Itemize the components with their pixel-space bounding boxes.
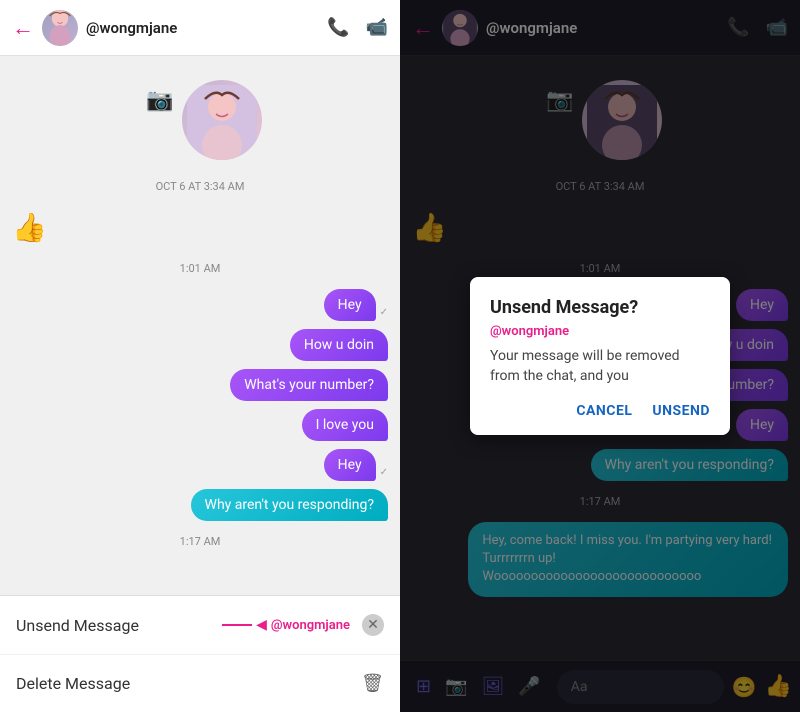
left-trash-icon[interactable]: 🗑 bbox=[361, 673, 384, 694]
right-modal-cancel-button[interactable]: CANCEL bbox=[576, 403, 632, 419]
left-msg-number: What's your number? bbox=[12, 369, 388, 401]
left-unsend-action[interactable]: Unsend Message ◀ @wongmjane ✕ bbox=[0, 596, 400, 655]
right-modal-unsend-button[interactable]: UNSEND bbox=[652, 403, 710, 419]
left-delete-label: Delete Message bbox=[16, 674, 361, 693]
left-bubble-hey2: Hey bbox=[324, 449, 376, 481]
left-msg-love: I love you bbox=[12, 409, 388, 441]
left-bubble-number: What's your number? bbox=[230, 369, 388, 401]
left-check2: ✓ bbox=[380, 467, 388, 478]
left-check1: ✓ bbox=[380, 307, 388, 318]
left-contact-image bbox=[182, 80, 262, 160]
left-thumbup-icon: 👍 bbox=[12, 211, 47, 244]
left-msg-how: How u doin bbox=[12, 329, 388, 361]
left-chat-area: 📷 OCT 6 AT 3:34 AM 👍 1:01 AM Hey bbox=[0, 56, 400, 595]
left-panel: ← @wongmjane 📞 📹 📷 bbox=[0, 0, 400, 712]
left-timestamp1: OCT 6 AT 3:34 AM bbox=[12, 180, 388, 193]
left-camera-icon[interactable]: 📷 bbox=[146, 88, 173, 113]
left-arrow-line bbox=[222, 624, 252, 626]
left-timestamp3: 1:17 AM bbox=[12, 535, 388, 548]
left-bubble-hey: Hey bbox=[324, 289, 376, 321]
left-header-icons: 📞 📹 bbox=[327, 17, 388, 38]
right-modal-box: Unsend Message? @wongmjane Your message … bbox=[470, 277, 730, 434]
left-header: ← @wongmjane 📞 📹 bbox=[0, 0, 400, 56]
left-call-icon[interactable]: 📞 bbox=[327, 17, 349, 38]
left-msg-hey2: Hey ✓ bbox=[12, 449, 388, 481]
right-modal-actions: CANCEL UNSEND bbox=[490, 403, 710, 419]
left-camera-area: 📷 bbox=[138, 80, 181, 121]
left-unsend-label: Unsend Message bbox=[16, 616, 222, 635]
right-modal-username: @wongmjane bbox=[490, 324, 710, 339]
right-panel: ← @wongmjane 📞 📹 📷 bbox=[400, 0, 800, 712]
left-bubble-love: I love you bbox=[302, 409, 388, 441]
right-modal-overlay[interactable]: Unsend Message? @wongmjane Your message … bbox=[400, 0, 800, 712]
left-action-arrow: ◀ @wongmjane bbox=[222, 617, 350, 633]
left-unsend-close[interactable]: ✕ bbox=[362, 614, 384, 636]
left-bubble-why: Why aren't you responding? bbox=[191, 489, 388, 521]
left-bubble-how: How u doin bbox=[290, 329, 388, 361]
left-arrow-head: ◀ bbox=[256, 617, 267, 633]
left-msg-why: Why aren't you responding? bbox=[12, 489, 388, 521]
left-timestamp2: 1:01 AM bbox=[12, 262, 388, 275]
left-avatar bbox=[42, 10, 78, 46]
left-msg-hey: Hey ✓ bbox=[12, 289, 388, 321]
left-msg-thumb: 👍 bbox=[12, 207, 388, 248]
left-action-sheet: Unsend Message ◀ @wongmjane ✕ Delete Mes… bbox=[0, 595, 400, 712]
left-image-row: 📷 bbox=[12, 68, 388, 168]
left-arrow-username: @wongmjane bbox=[271, 618, 350, 633]
left-video-icon[interactable]: 📹 bbox=[366, 17, 388, 38]
right-modal-title: Unsend Message? bbox=[490, 297, 710, 318]
left-username: @wongmjane bbox=[86, 19, 319, 37]
left-back-button[interactable]: ← bbox=[12, 15, 34, 41]
right-modal-body: Your message will be removed from the ch… bbox=[490, 347, 710, 386]
left-delete-action[interactable]: Delete Message 🗑 bbox=[0, 655, 400, 712]
